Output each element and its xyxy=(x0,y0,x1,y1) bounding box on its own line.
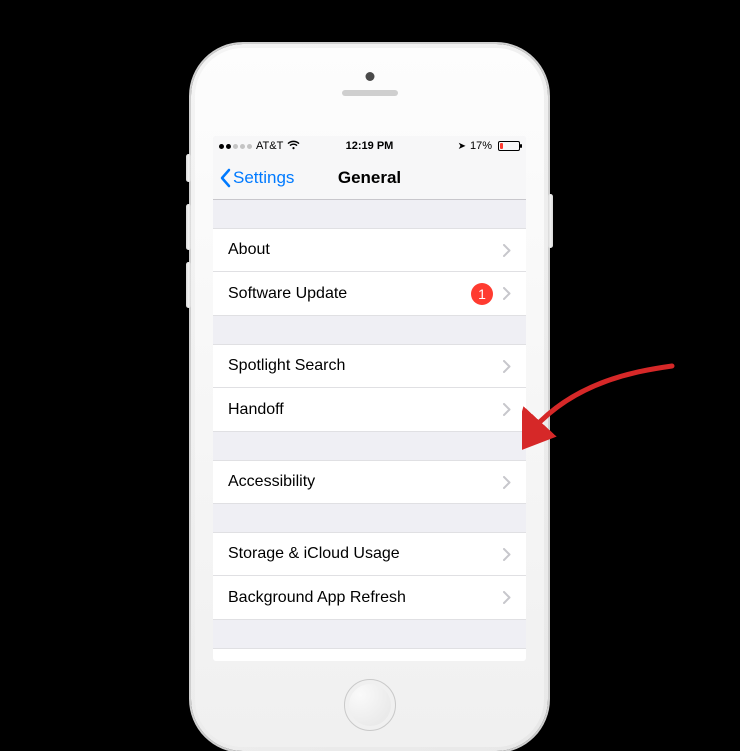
settings-group: Spotlight Search Handoff xyxy=(213,344,526,432)
row-label: About xyxy=(228,241,503,259)
row-label: Handoff xyxy=(228,401,503,419)
volume-up-button xyxy=(186,204,191,250)
settings-group: About Software Update1 xyxy=(213,228,526,316)
chevron-right-icon xyxy=(503,244,511,257)
chevron-right-icon xyxy=(503,476,511,489)
chevron-right-icon xyxy=(503,591,511,604)
row-label: Software Update xyxy=(228,285,471,303)
settings-row-bg-refresh[interactable]: Background App Refresh xyxy=(213,576,526,620)
settings-row-about[interactable]: About xyxy=(213,228,526,272)
signal-strength-icon xyxy=(219,144,252,149)
wifi-icon xyxy=(287,140,300,152)
carrier-label: AT&T xyxy=(256,140,283,152)
row-label: Storage & iCloud Usage xyxy=(228,545,503,563)
screen: AT&T 12:19 PM ➤ 17% Settings G xyxy=(213,136,526,661)
front-camera xyxy=(365,72,374,81)
nav-bar: Settings General xyxy=(213,156,526,200)
earpiece-speaker xyxy=(342,90,398,96)
battery-icon xyxy=(498,141,520,151)
chevron-right-icon xyxy=(503,360,511,373)
chevron-right-icon xyxy=(503,403,511,416)
chevron-right-icon xyxy=(503,287,511,300)
settings-list: About Software Update1 Spotlight Search Han… xyxy=(213,200,526,661)
settings-row-spotlight[interactable]: Spotlight Search xyxy=(213,344,526,388)
chevron-left-icon xyxy=(219,168,231,188)
settings-row-handoff[interactable]: Handoff xyxy=(213,388,526,432)
status-bar-time: 12:19 PM xyxy=(346,140,394,152)
chevron-right-icon xyxy=(503,548,511,561)
row-label: Spotlight Search xyxy=(228,357,503,375)
notification-badge: 1 xyxy=(471,283,493,305)
settings-group: RestrictionsOn xyxy=(213,648,526,661)
location-icon: ➤ xyxy=(458,141,466,152)
row-label: Accessibility xyxy=(228,473,503,491)
settings-row-storage[interactable]: Storage & iCloud Usage xyxy=(213,532,526,576)
power-button xyxy=(548,194,553,248)
nav-back-button[interactable]: Settings xyxy=(213,168,294,188)
settings-row-restrictions[interactable]: RestrictionsOn xyxy=(213,648,526,661)
battery-pct: 17% xyxy=(470,140,492,152)
status-bar: AT&T 12:19 PM ➤ 17% xyxy=(213,136,526,156)
settings-row-accessibility[interactable]: Accessibility xyxy=(213,460,526,504)
settings-group: Storage & iCloud Usage Background App Ref… xyxy=(213,532,526,620)
home-button[interactable] xyxy=(344,679,396,731)
nav-back-label: Settings xyxy=(233,168,294,188)
mute-switch xyxy=(186,154,191,182)
settings-group: Accessibility xyxy=(213,460,526,504)
volume-down-button xyxy=(186,262,191,308)
row-label: Background App Refresh xyxy=(228,589,503,607)
phone-chassis: AT&T 12:19 PM ➤ 17% Settings G xyxy=(191,44,548,751)
settings-row-software-update[interactable]: Software Update1 xyxy=(213,272,526,316)
